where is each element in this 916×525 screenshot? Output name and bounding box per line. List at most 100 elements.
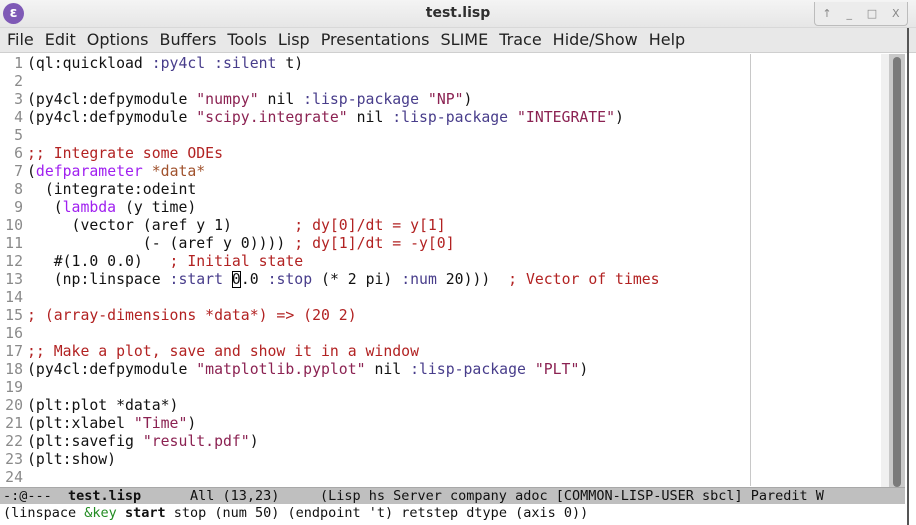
menu-file[interactable]: File — [7, 28, 34, 52]
text-cursor: 0 — [231, 271, 241, 288]
code-line[interactable]: 14 — [0, 289, 27, 307]
code-token: (y time) — [116, 199, 197, 216]
code-line[interactable]: 18 (py4cl:defpymodule "matplotlib.pyplot"… — [0, 361, 588, 379]
menu-slime[interactable]: SLIME — [441, 28, 489, 52]
code-token: nil — [365, 361, 411, 378]
code-token: :start — [169, 271, 223, 288]
code-token: "result.pdf" — [142, 433, 250, 450]
code-token: :lisp-package — [410, 361, 526, 378]
arglist-current-arg: start — [124, 505, 166, 521]
vertical-scrollbar[interactable] — [889, 54, 905, 522]
code-token: :silent — [214, 55, 277, 72]
menu-hide-show[interactable]: Hide/Show — [553, 28, 638, 52]
menu-edit[interactable]: Edit — [45, 28, 76, 52]
code-token: "NP" — [427, 91, 464, 108]
code-token: (py4cl:defpymodule — [27, 109, 197, 126]
code-line[interactable]: 22 (plt:savefig "result.pdf") — [0, 433, 258, 451]
code-token: nil — [258, 91, 304, 108]
code-line[interactable]: 8 (integrate:odeint — [0, 181, 196, 199]
code-line[interactable]: 10 (vector (aref y 1) ; dy[0]/dt = y[1] — [0, 217, 446, 235]
line-number: 15 — [5, 307, 23, 324]
code-token: "numpy" — [196, 91, 259, 108]
maximize-button[interactable]: □ — [867, 7, 877, 20]
code-line[interactable]: 19 — [0, 379, 27, 397]
code-line[interactable]: 4 (py4cl:defpymodule "scipy.integrate" ni… — [0, 109, 624, 127]
line-number: 22 — [5, 433, 23, 450]
shade-button[interactable]: ↑ — [822, 7, 831, 20]
buffer-name[interactable]: test.lisp — [68, 488, 141, 504]
code-token: ) — [463, 91, 473, 108]
line-number: 10 — [5, 217, 23, 234]
echo-area[interactable]: (linspace &key start stop (num 50) (endp… — [0, 504, 905, 522]
menu-options[interactable]: Options — [87, 28, 149, 52]
code-token: ; dy[0]/dt = y[1] — [294, 217, 446, 234]
code-token: (- (aref y 0)))) — [27, 235, 295, 252]
mode-line: -:@--- test.lisp All (13,23) (Lisp hs Se… — [0, 487, 905, 504]
menu-buffers[interactable]: Buffers — [160, 28, 217, 52]
code-line[interactable]: 11 (- (aref y 0)))) ; dy[1]/dt = -y[0] — [0, 235, 454, 253]
code-token: 20))) — [436, 271, 509, 288]
line-number: 24 — [5, 469, 23, 486]
line-number: 14 — [5, 289, 23, 306]
code-line[interactable]: 5 — [0, 127, 27, 145]
code-token: "Time" — [133, 415, 188, 432]
code-token: lambda — [62, 199, 117, 216]
code-token: *data* — [151, 163, 206, 180]
right-fringe — [881, 54, 889, 522]
close-button[interactable]: X — [892, 7, 900, 20]
code-token: #(1.0 0.0) — [27, 253, 170, 270]
code-line[interactable]: 16 — [0, 325, 27, 343]
minimize-button[interactable]: _ — [846, 7, 852, 20]
code-token: (py4cl:defpymodule — [27, 361, 197, 378]
code-token: :lisp-package — [392, 109, 509, 126]
code-token: (vector (aref y 1) — [27, 217, 295, 234]
line-number: 4 — [14, 109, 23, 126]
code-line[interactable]: 23 (plt:show) — [0, 451, 116, 469]
code-token: (py4cl:defpymodule — [27, 91, 197, 108]
code-line[interactable]: 17;; Make a plot, save and show it in a … — [0, 343, 419, 361]
code-token: ;; Make a plot, save and show it in a wi… — [27, 343, 419, 360]
code-token: ;; Integrate some ODEs — [27, 145, 223, 162]
code-line[interactable]: 21 (plt:xlabel "Time") — [0, 415, 196, 433]
code-line[interactable]: 7 (defparameter *data* — [0, 163, 205, 181]
code-line[interactable]: 24 — [0, 469, 27, 487]
line-number: 13 — [5, 271, 23, 288]
code-line[interactable]: 20 (plt:plot *data*) — [0, 397, 178, 415]
menu-help[interactable]: Help — [649, 28, 685, 52]
major-minor-modes[interactable]: (Lisp hs Server company adoc [COMMON-LIS… — [320, 488, 824, 504]
line-number: 23 — [5, 451, 23, 468]
menu-presentations[interactable]: Presentations — [321, 28, 430, 52]
code-token: (plt:xlabel — [27, 415, 134, 432]
code-token: ( — [27, 199, 63, 216]
code-line[interactable]: 15; (array-dimensions *data*) => (20 2) — [0, 307, 356, 325]
menu-tools[interactable]: Tools — [227, 28, 266, 52]
code-line[interactable]: 1 (ql:quickload :py4cl :silent t) — [0, 55, 303, 73]
line-number: 2 — [14, 73, 23, 90]
code-token: .0 — [240, 271, 268, 288]
code-token: (plt:plot *data*) — [27, 397, 179, 414]
menu-lisp[interactable]: Lisp — [278, 28, 310, 52]
line-number: 3 — [14, 91, 23, 108]
code-token: ) — [579, 361, 589, 378]
code-token: "PLT" — [534, 361, 580, 378]
code-line[interactable]: 9 (lambda (y time) — [0, 199, 196, 217]
title-bar: ε test.lisp ↑ _ □ X — [0, 0, 916, 28]
menu-trace[interactable]: Trace — [499, 28, 541, 52]
line-number: 1 — [14, 55, 23, 72]
code-token: (integrate:odeint — [27, 181, 197, 198]
arglist-keyword: &key — [84, 505, 117, 521]
code-token: (* 2 pi) — [312, 271, 402, 288]
code-line[interactable]: 12 #(1.0 0.0) ; Initial state — [0, 253, 303, 271]
line-number: 8 — [14, 181, 23, 198]
scrollbar-thumb[interactable] — [893, 57, 901, 487]
code-line[interactable]: 13 (np:linspace :start 0.0 :stop (* 2 pi… — [0, 271, 660, 289]
code-token: "INTEGRATE" — [517, 109, 615, 126]
window-border — [907, 28, 909, 525]
code-line[interactable]: 3 (py4cl:defpymodule "numpy" nil :lisp-pa… — [0, 91, 472, 109]
code-line[interactable]: 6;; Integrate some ODEs — [0, 145, 223, 163]
editor-buffer[interactable]: 1 (ql:quickload :py4cl :silent t) 2 3 (py4cl… — [0, 54, 889, 486]
code-line[interactable]: 2 — [0, 73, 27, 91]
code-token: ) — [615, 109, 624, 126]
